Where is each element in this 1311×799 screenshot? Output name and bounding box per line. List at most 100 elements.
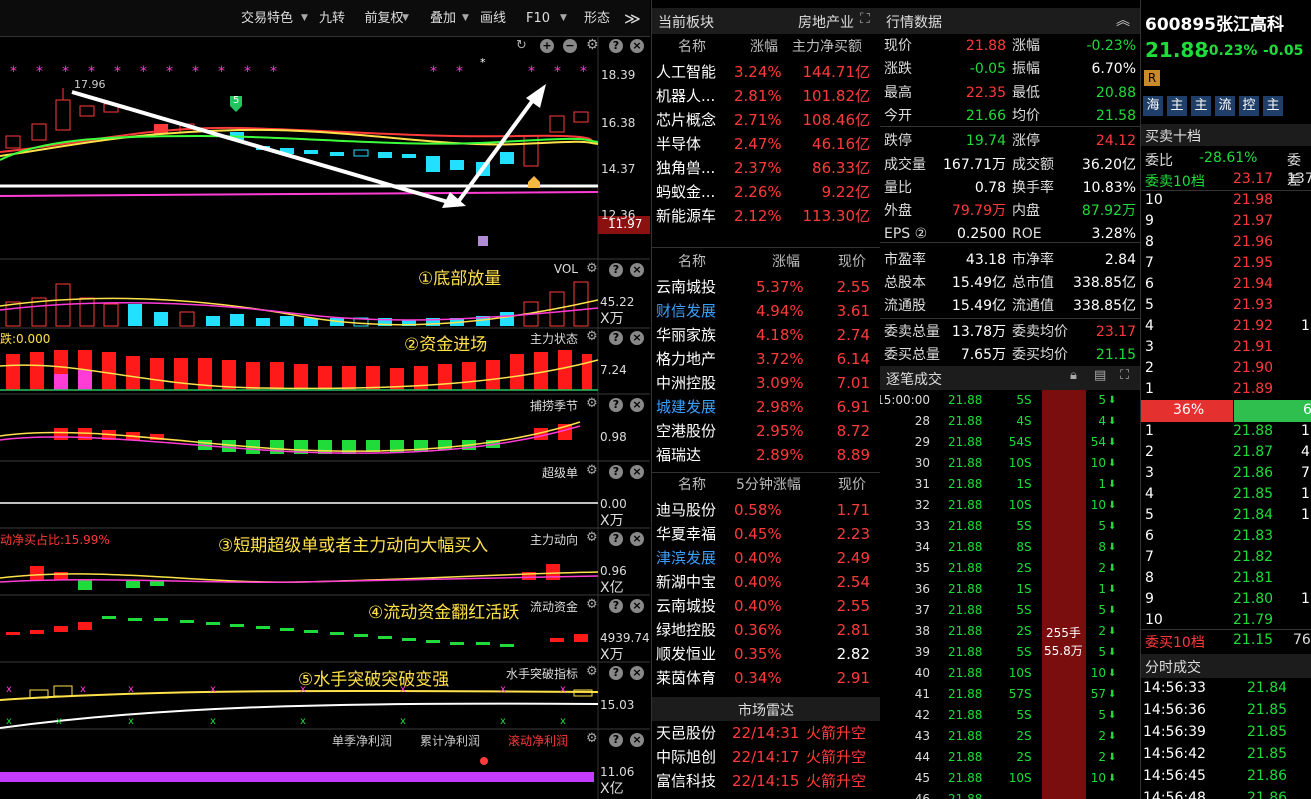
ask-row[interactable]: 1 21.89	[1141, 379, 1311, 400]
ask-row[interactable]: 9 21.97	[1141, 211, 1311, 232]
ask-row[interactable]: 10 21.98	[1141, 190, 1311, 211]
list-item[interactable]: 绿地控股 0.36% 2.81	[652, 618, 880, 642]
profit-tab[interactable]: 滚动净利润	[508, 732, 568, 749]
toolbar-button[interactable]: 叠加	[418, 8, 468, 30]
stock-tag[interactable]: 主	[1191, 96, 1211, 116]
bid-row[interactable]: 1 21.88 1	[1141, 421, 1311, 442]
list-item[interactable]: 云南城投 0.40% 2.55	[652, 594, 880, 618]
bid-row[interactable]: 10 21.79	[1141, 610, 1311, 631]
list-item[interactable]: 城建发展 2.98% 6.91	[652, 395, 880, 419]
help-icon[interactable]: ?	[609, 599, 623, 613]
lock-icon[interactable]: 🔒︎	[1070, 368, 1077, 383]
list-item[interactable]: 云南城投 5.37% 2.55	[652, 275, 880, 299]
calendar-icon[interactable]: ▤	[1094, 368, 1106, 383]
list-item[interactable]: 迪马股份 0.58% 1.71	[652, 498, 880, 522]
bid-row[interactable]: 3 21.86 7	[1141, 463, 1311, 484]
help-icon[interactable]: ?	[609, 465, 623, 479]
list-item[interactable]: 华夏幸福 0.45% 2.23	[652, 522, 880, 546]
list-item[interactable]: 格力地产 3.72% 6.14	[652, 347, 880, 371]
stock-tag[interactable]: 海	[1143, 96, 1163, 116]
ask-row[interactable]: 3 21.91	[1141, 337, 1311, 358]
collapse-icon[interactable]: ︽	[1116, 10, 1130, 30]
chevron-down-icon[interactable]: ▼	[462, 13, 469, 23]
help-icon[interactable]: ?	[609, 331, 623, 345]
list-item[interactable]: 财信发展 4.94% 3.61	[652, 299, 880, 323]
list-item[interactable]: 福瑞达 2.89% 8.89	[652, 443, 880, 467]
profit-tab[interactable]: 单季净利润	[332, 732, 392, 749]
list-item[interactable]: 人工智能 3.24% 144.71亿	[652, 60, 880, 84]
help-icon[interactable]: ?	[609, 733, 623, 747]
more-button[interactable]: ≫	[624, 9, 641, 28]
close-icon[interactable]: ×	[630, 666, 644, 680]
expand-icon[interactable]: ⛶	[860, 11, 870, 27]
radar-item[interactable]: 中际旭创 22/14:17 火箭升空	[652, 745, 880, 769]
close-icon[interactable]: ×	[630, 599, 644, 613]
stock-tag[interactable]: 主	[1167, 96, 1187, 116]
fullscreen-icon[interactable]: ⛶	[1120, 368, 1129, 383]
close-icon[interactable]: ×	[630, 331, 644, 345]
buy10-label[interactable]: 委买10档	[1145, 632, 1205, 652]
list-item[interactable]: 半导体 2.47% 46.16亿	[652, 132, 880, 156]
bid-row[interactable]: 9 21.80 1	[1141, 589, 1311, 610]
list-item[interactable]: 华丽家族 4.18% 2.74	[652, 323, 880, 347]
chevron-down-icon[interactable]: ▼	[402, 13, 409, 23]
close-icon[interactable]: ×	[630, 733, 644, 747]
gear-icon[interactable]: ⚙	[586, 396, 598, 411]
list-item[interactable]: 机器人... 2.81% 101.82亿	[652, 84, 880, 108]
sell10-label[interactable]: 委卖10档	[1145, 171, 1205, 191]
toolbar-button[interactable]: 交易特色	[230, 8, 304, 30]
radar-item[interactable]: 天邑股份 22/14:31 火箭升空	[652, 721, 880, 745]
ask-row[interactable]: 4 21.92 1	[1141, 316, 1311, 337]
close-icon[interactable]: ×	[630, 532, 644, 546]
list-item[interactable]: 新湖中宝 0.40% 2.54	[652, 570, 880, 594]
current-sector[interactable]: 房地产业	[798, 12, 854, 32]
chevron-down-icon[interactable]: ▼	[301, 13, 308, 23]
list-item[interactable]: 芯片概念 2.71% 108.46亿	[652, 108, 880, 132]
ask-row[interactable]: 5 21.93	[1141, 295, 1311, 316]
ask-row[interactable]: 7 21.95	[1141, 253, 1311, 274]
chevron-down-icon[interactable]: ▼	[560, 13, 567, 23]
toolbar-button[interactable]: 九转	[312, 8, 352, 30]
close-icon[interactable]: ×	[630, 398, 644, 412]
ask-row[interactable]: 8 21.96	[1141, 232, 1311, 253]
gear-icon[interactable]: ⚙	[586, 530, 598, 545]
close-icon[interactable]: ×	[630, 465, 644, 479]
gear-icon[interactable]: ⚙	[586, 261, 598, 276]
gear-icon[interactable]: ⚙	[586, 329, 598, 344]
help-icon[interactable]: ?	[609, 263, 623, 277]
time-price: 21.86	[1247, 790, 1288, 799]
list-item[interactable]: 津滨发展 0.40% 2.49	[652, 546, 880, 570]
bid-row[interactable]: 6 21.83	[1141, 526, 1311, 547]
list-item[interactable]: 新能源车 2.12% 113.30亿	[652, 204, 880, 228]
stock-tag[interactable]: 主	[1263, 96, 1283, 116]
list-item[interactable]: 空港股份 2.95% 8.72	[652, 419, 880, 443]
bid-row[interactable]: 7 21.82	[1141, 547, 1311, 568]
stock-tag[interactable]: 流	[1215, 96, 1235, 116]
ask-row[interactable]: 2 21.90	[1141, 358, 1311, 379]
profit-tab[interactable]: 累计净利润	[420, 732, 480, 749]
toolbar-button[interactable]: 画线	[474, 8, 512, 30]
list-item[interactable]: 中洲控股 3.09% 7.01	[652, 371, 880, 395]
toolbar-button[interactable]: 形态	[576, 8, 618, 30]
radar-item[interactable]: 富信科技 22/14:15 火箭升空	[652, 769, 880, 793]
bid-row[interactable]: 8 21.81	[1141, 568, 1311, 589]
help-icon[interactable]: ?	[609, 398, 623, 412]
gear-icon[interactable]: ⚙	[586, 597, 598, 612]
bid-row[interactable]: 4 21.85 1	[1141, 484, 1311, 505]
stock-tag[interactable]: 控	[1239, 96, 1259, 116]
gear-icon[interactable]: ⚙	[586, 664, 598, 679]
gear-icon[interactable]: ⚙	[586, 731, 598, 746]
list-item[interactable]: 顺发恒业 0.35% 2.82	[652, 642, 880, 666]
bid-row[interactable]: 2 21.87 4	[1141, 442, 1311, 463]
help-icon[interactable]: ?	[609, 666, 623, 680]
ask-row[interactable]: 6 21.94	[1141, 274, 1311, 295]
help-icon[interactable]: ?	[609, 532, 623, 546]
toolbar-button[interactable]: F10	[516, 8, 560, 30]
gear-icon[interactable]: ⚙	[586, 463, 598, 478]
close-icon[interactable]: ×	[630, 263, 644, 277]
chart-area[interactable]: 交易特色 九转 前复权 叠加 画线 F10 形态 ▼ ▼ ▼ ▼ ≫ ↻ + − ⚙ ? × * * *…	[0, 0, 650, 799]
bid-row[interactable]: 5 21.84 1	[1141, 505, 1311, 526]
list-item[interactable]: 独角兽... 2.37% 86.33亿	[652, 156, 880, 180]
list-item[interactable]: 蚂蚁金... 2.26% 9.22亿	[652, 180, 880, 204]
list-item[interactable]: 莱茵体育 0.34% 2.91	[652, 666, 880, 690]
